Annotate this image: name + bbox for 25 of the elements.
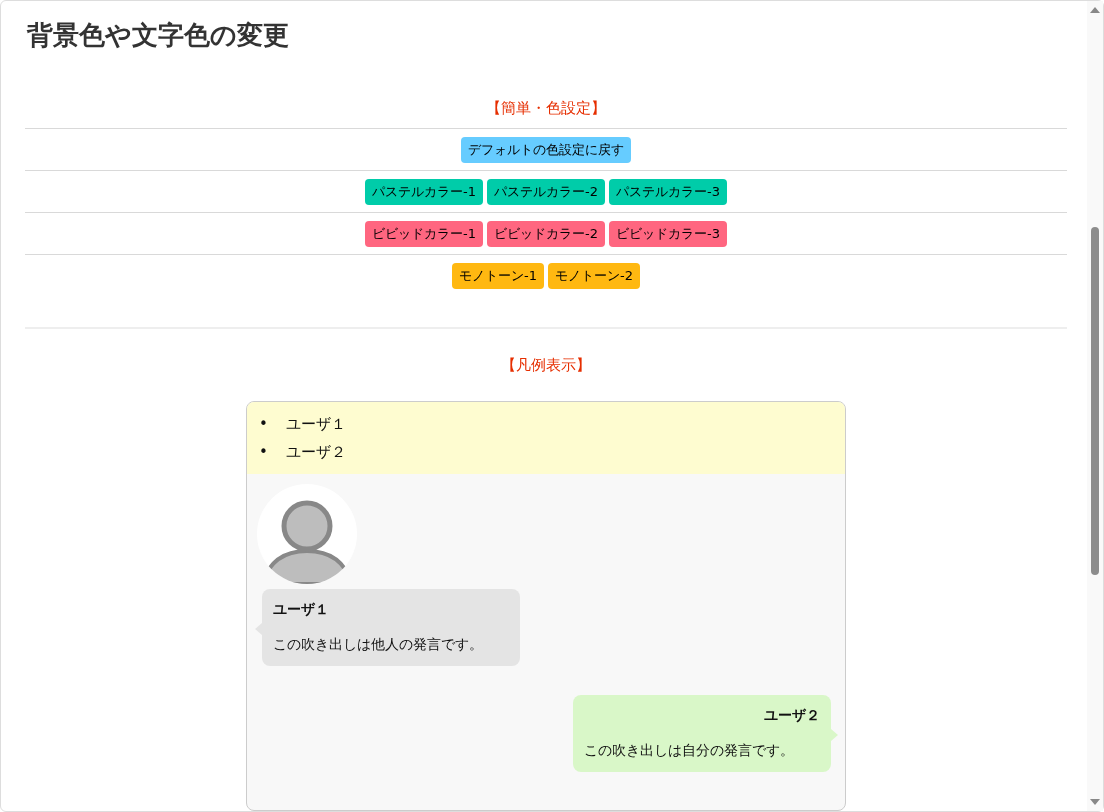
color-theme-button[interactable]: モノトーン-2 bbox=[548, 262, 640, 289]
message-text: この吹き出しは自分の発言です。 bbox=[584, 742, 794, 760]
scroll-up-icon[interactable] bbox=[1090, 7, 1100, 13]
color-theme-button[interactable]: デフォルトの色設定に戻す bbox=[461, 136, 631, 163]
color-theme-button[interactable]: モノトーン-1 bbox=[452, 262, 544, 289]
color-theme-button[interactable]: パステルカラー-2 bbox=[487, 178, 605, 205]
user-name: ユーザ１ bbox=[273, 601, 329, 619]
message-text: この吹き出しは他人の発言です。 bbox=[273, 636, 483, 654]
list-bullet: • bbox=[259, 414, 268, 434]
avatar-icon bbox=[257, 484, 357, 584]
color-theme-button[interactable]: ビビッドカラー-1 bbox=[365, 220, 483, 247]
scrollbar-thumb[interactable] bbox=[1091, 227, 1099, 575]
scroll-down-icon[interactable] bbox=[1090, 799, 1100, 805]
user-list-item: ユーザ２ bbox=[285, 442, 346, 462]
section-heading: 【簡単・色設定】 bbox=[486, 99, 606, 118]
color-theme-button[interactable]: パステルカラー-1 bbox=[365, 178, 483, 205]
color-theme-button[interactable]: ビビッドカラー-3 bbox=[609, 220, 727, 247]
user-name: ユーザ２ bbox=[764, 707, 820, 725]
list-bullet: • bbox=[259, 442, 268, 462]
color-theme-button[interactable]: ビビッドカラー-2 bbox=[487, 220, 605, 247]
user-list-item: ユーザ１ bbox=[285, 414, 346, 434]
scrollbar[interactable] bbox=[1087, 1, 1103, 811]
page-title: 背景色や文字色の変更 bbox=[27, 19, 289, 52]
color-theme-button[interactable]: パステルカラー-3 bbox=[609, 178, 727, 205]
section-heading: 【凡例表示】 bbox=[501, 355, 591, 375]
